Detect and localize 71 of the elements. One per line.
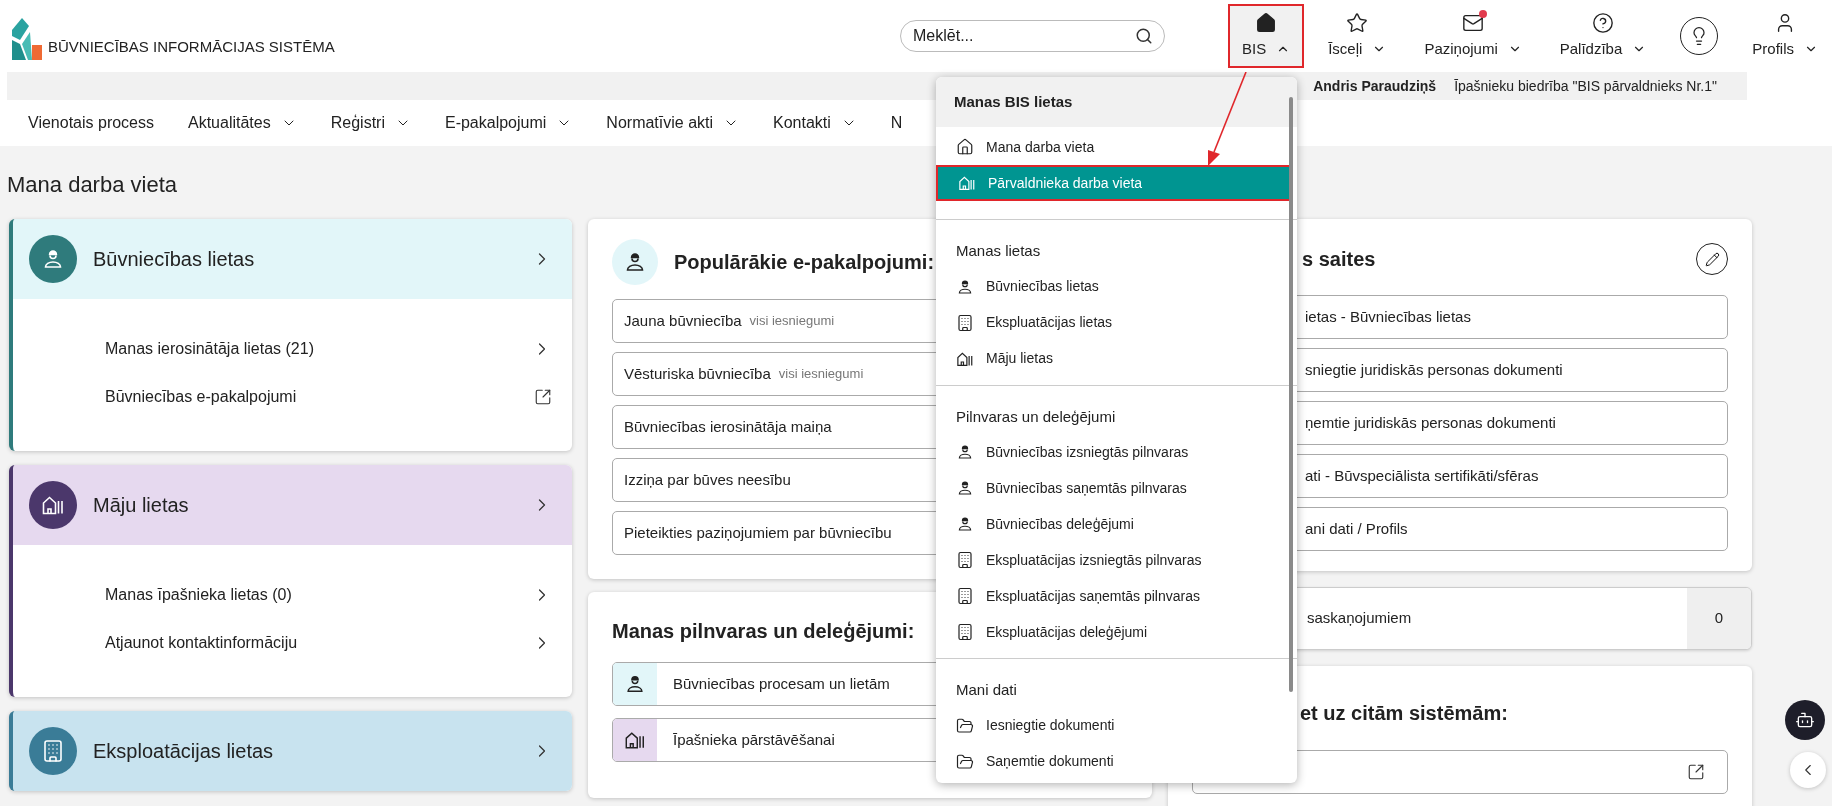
nav-item[interactable]: Reģistri xyxy=(330,111,411,135)
card-header[interactable]: Māju lietas xyxy=(13,465,572,545)
worker-icon xyxy=(956,479,974,497)
card-title: Manas pilnvaras un deleģējumi: xyxy=(612,619,915,644)
menu-label: BIS xyxy=(1242,38,1267,59)
organization-name: Īpašnieku biedrība "BIS pārvaldnieks Nr.1" xyxy=(1454,76,1717,96)
help-icon xyxy=(1592,11,1614,34)
card-header[interactable]: Eksploatācijas lietas xyxy=(13,711,572,791)
building-icon xyxy=(956,551,974,569)
scrollbar[interactable] xyxy=(1289,97,1293,692)
search-field[interactable]: Meklēt... xyxy=(900,20,1165,52)
section-title: Mani dati xyxy=(955,680,1018,700)
nav-item[interactable]: Normatīvie akti xyxy=(606,111,740,135)
approvals-count: 0 xyxy=(1687,588,1751,649)
menu-label: Palīdzība xyxy=(1559,38,1623,59)
building-icon xyxy=(956,313,974,332)
section-title: Manas lietas xyxy=(955,241,1042,261)
nav-item[interactable]: E-pakalpojumi xyxy=(444,111,573,135)
nav-item[interactable]: Kontakti xyxy=(773,111,857,135)
top-menu-item[interactable]: Paziņojumi xyxy=(1410,4,1536,68)
worker-icon xyxy=(624,673,646,695)
building-icon xyxy=(956,623,974,641)
menu-label: Paziņojumi xyxy=(1424,38,1498,59)
site-title: BŪVNIECĪBAS INFORMĀCIJAS SISTĒMA xyxy=(48,36,335,57)
houses-icon xyxy=(41,493,65,517)
card-title: Būvniecības lietas xyxy=(93,247,256,272)
card-link[interactable]: Būvniecības e-pakalpojumi xyxy=(105,373,552,421)
worker-icon xyxy=(956,443,974,461)
service-note: visi iesniegumi xyxy=(778,365,864,384)
dropdown-item[interactable]: Mana darba vieta xyxy=(936,129,1293,165)
folder-icon xyxy=(956,752,974,771)
nav-item[interactable]: Vienotais process xyxy=(28,111,154,135)
nav-item[interactable]: N xyxy=(890,111,903,135)
dropdown-header: Manas BIS lietas xyxy=(936,77,1297,127)
building-icon xyxy=(41,739,65,763)
home-icon xyxy=(1255,11,1278,34)
worker-icon xyxy=(956,515,974,533)
card-title: s saites xyxy=(1302,247,1376,272)
logo-icon xyxy=(12,18,42,60)
houses-icon xyxy=(624,729,646,751)
user-name: Andris Paraudziņš xyxy=(1313,76,1437,96)
pencil-icon xyxy=(1704,251,1720,267)
card-title: Populārākie e-pakalpojumi: xyxy=(674,250,935,275)
top-menu-item[interactable]: Profils xyxy=(1738,4,1832,68)
card-title: Eksploatācijas lietas xyxy=(93,739,275,764)
folder-icon xyxy=(956,716,974,735)
nav-item[interactable]: Aktualitātes xyxy=(188,111,297,135)
service-note: visi iesniegumi xyxy=(749,312,835,331)
page-title: Mana darba vieta xyxy=(7,171,177,199)
card-header[interactable]: Būvniecības lietas xyxy=(13,219,572,299)
top-menu-item[interactable]: Palīdzība xyxy=(1545,4,1661,68)
card-link[interactable]: Atjaunot kontaktinformāciju xyxy=(105,619,552,667)
worker-icon xyxy=(956,277,974,296)
section-title: Pilnvaras un deleģējumi xyxy=(955,406,1117,427)
houses-icon xyxy=(958,174,976,192)
approvals-label: saskaņojumiem xyxy=(1306,608,1413,629)
building-icon xyxy=(956,587,974,605)
menu-label: Īsceļi xyxy=(1328,38,1363,59)
search-icon xyxy=(1135,27,1153,45)
external-link-icon xyxy=(1687,763,1705,781)
menu-label: Profils xyxy=(1752,38,1794,59)
assistant-button[interactable] xyxy=(1785,700,1825,740)
card-title: Māju lietas xyxy=(93,493,190,518)
top-menu-item[interactable]: Īsceļi xyxy=(1314,4,1401,68)
card-link[interactable]: Manas ierosinātāja lietas (21) xyxy=(105,325,552,373)
robot-icon xyxy=(1795,710,1815,730)
card-title: et uz citām sistēmām: xyxy=(1299,701,1509,726)
card-link[interactable]: Manas īpašnieka lietas (0) xyxy=(105,571,552,619)
star-icon xyxy=(1346,11,1369,34)
home-icon xyxy=(956,138,974,156)
top-menu-item[interactable]: BIS xyxy=(1228,4,1305,68)
